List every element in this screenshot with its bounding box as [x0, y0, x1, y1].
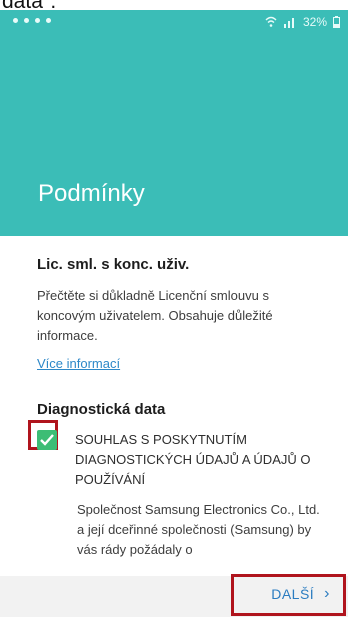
header: 32% Podmínky — [0, 10, 348, 236]
battery-percentage: 32% — [302, 15, 327, 29]
chevron-right-icon: › — [324, 585, 330, 602]
eula-text: Přečtěte si důkladně Licenční smlouvu s … — [37, 288, 273, 343]
page-title: Podmínky — [38, 180, 145, 207]
more-info-link[interactable]: Více informací — [37, 356, 120, 371]
consent-checkbox[interactable] — [37, 430, 57, 450]
notification-dots — [13, 18, 51, 23]
next-button[interactable]: DALŠÍ › — [271, 585, 330, 603]
dot-icon — [13, 18, 18, 23]
checkmark-icon — [40, 434, 54, 446]
consent-label[interactable]: SOUHLAS S POSKYTNUTÍM DIAGNOSTICKÝCH ÚDA… — [75, 430, 325, 490]
next-button-label: DALŠÍ — [271, 586, 315, 602]
eula-title: Lic. sml. s konc. uživ. — [37, 256, 190, 273]
dot-icon — [24, 18, 29, 23]
dot-icon — [35, 18, 40, 23]
dot-icon — [46, 18, 51, 23]
battery-icon — [333, 16, 340, 28]
diagnostics-body: Společnost Samsung Electronics Co., Ltd.… — [77, 502, 320, 557]
status-icons: 32% — [265, 15, 340, 29]
status-bar: 32% — [0, 10, 348, 34]
diagnostics-title: Diagnostická data — [37, 401, 166, 418]
wifi-icon — [265, 16, 277, 28]
signal-icon — [283, 16, 297, 28]
